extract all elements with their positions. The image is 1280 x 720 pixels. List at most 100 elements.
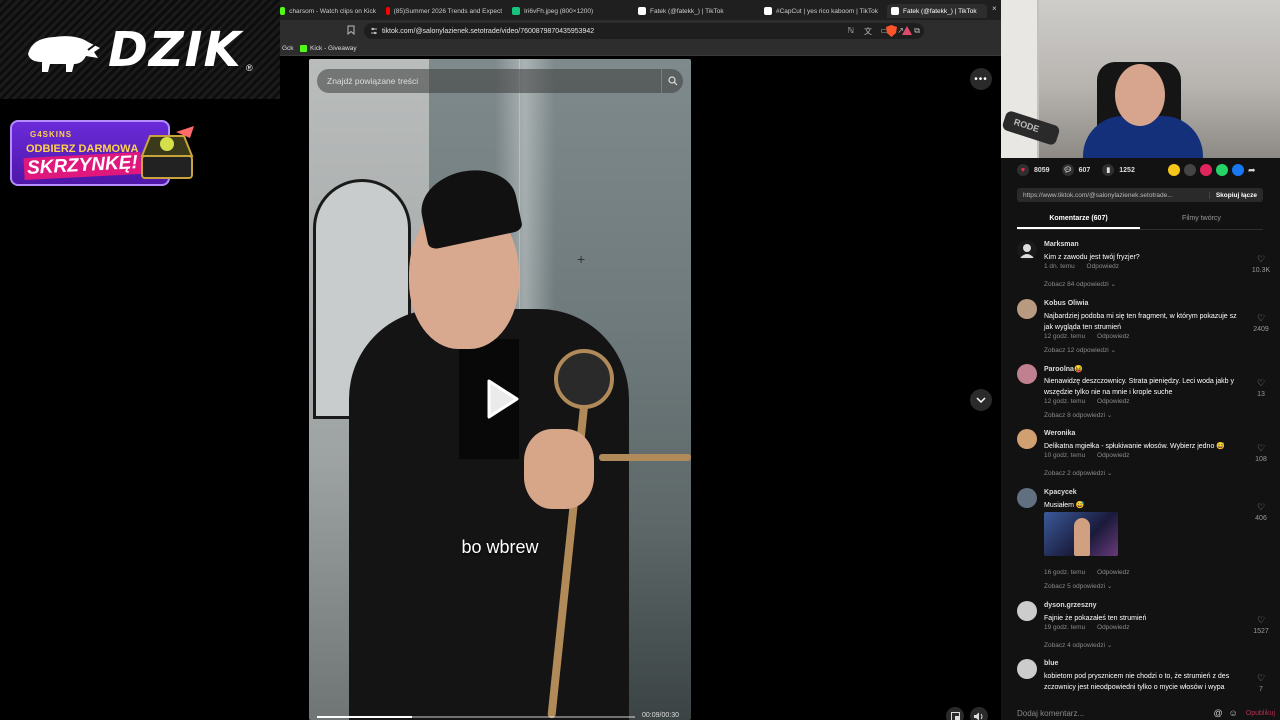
- comment-like[interactable]: ♡ 10.3K: [1249, 254, 1273, 274]
- chevron-down-icon: [976, 397, 986, 403]
- translate-icon[interactable]: 文: [864, 26, 872, 37]
- tab-tiktok-active[interactable]: Fatek (@fatekk_) | TikTok: [887, 4, 987, 18]
- avatar[interactable]: [1017, 659, 1037, 679]
- related-search-input[interactable]: Znajdź powiązane treści: [317, 69, 683, 93]
- share-link-text[interactable]: https://www.tiktok.com/@salonylazienek.s…: [1023, 192, 1209, 199]
- tab-tiktok-capcut[interactable]: #CapCut | yes rico kaboom | TikTok: [764, 4, 880, 18]
- comment-like[interactable]: ♡ 108: [1249, 443, 1273, 463]
- bookmark-kick-giveaway[interactable]: Kick - Giveaway: [300, 45, 357, 52]
- view-replies-button[interactable]: Zobacz 8 odpowiedzi ⌄: [1044, 411, 1112, 419]
- save-count: 1252: [1119, 166, 1135, 174]
- video-progress-bar[interactable]: [317, 716, 635, 718]
- avatar[interactable]: [1017, 240, 1037, 260]
- comment-like[interactable]: ♡ 1527: [1249, 615, 1273, 635]
- rewards-icon[interactable]: [902, 26, 912, 36]
- comment-text: Kim z zawodu jest twój fryzjer?: [1044, 254, 1140, 261]
- emoji-icon[interactable]: ☺: [1229, 708, 1238, 718]
- avatar[interactable]: [1017, 488, 1037, 508]
- comment-user[interactable]: Paroolna😝: [1044, 365, 1083, 373]
- post-comment-button[interactable]: Opublikuj: [1246, 710, 1275, 717]
- comment-time: 16 godz. temu: [1044, 569, 1086, 576]
- stream-logo-panel: DZIK ®: [0, 0, 281, 99]
- forward-share-icon[interactable]: ➦: [1248, 164, 1256, 176]
- video-stats: ♥ 8059 💬︎ 607 ▮ 1252: [1017, 164, 1143, 176]
- copy-link-button[interactable]: Skopiuj łącze: [1208, 191, 1263, 199]
- site-info-icon[interactable]: [370, 27, 378, 35]
- avatar[interactable]: [1017, 429, 1037, 449]
- reader-icon[interactable]: ℕ: [848, 26, 854, 35]
- address-url[interactable]: tiktok.com/@salonylazienek.setotrade/vid…: [382, 28, 594, 35]
- view-replies-button[interactable]: Zobacz 2 odpowiedzi ⌄: [1044, 469, 1112, 477]
- video-player[interactable]: Znajdź powiązane treści + bo wbrew 00:09…: [309, 59, 691, 720]
- pip-icon: [950, 711, 960, 720]
- tab-youtube-summer[interactable]: (85)Summer 2026 Trends and Expect: [386, 4, 502, 18]
- address-bar[interactable]: tiktok.com/@salonylazienek.setotrade/vid…: [364, 23, 924, 39]
- kick-icon: [300, 45, 307, 52]
- tab-tiktok-fatek[interactable]: Fatek (@fatekk_) | TikTok: [638, 4, 748, 18]
- smile-share-icon[interactable]: [1168, 164, 1180, 176]
- mention-icon[interactable]: @: [1213, 708, 1222, 718]
- copy-icon[interactable]: ⧉: [914, 26, 920, 36]
- tab-comments[interactable]: Komentarze (607): [1017, 210, 1140, 229]
- comment-image[interactable]: [1044, 512, 1118, 556]
- view-replies-button[interactable]: Zobacz 5 odpowiedzi ⌄: [1044, 582, 1112, 590]
- facebook-share-icon[interactable]: [1232, 164, 1244, 176]
- comment-user[interactable]: Weronika: [1044, 430, 1075, 437]
- comment-like-count: 2409: [1253, 326, 1269, 333]
- close-tab-icon[interactable]: ×: [992, 4, 997, 13]
- reply-button[interactable]: Odpowiedz: [1097, 398, 1130, 405]
- view-replies-button[interactable]: Zobacz 84 odpowiedzi ⌄: [1044, 280, 1116, 288]
- comment-like[interactable]: ♡ 7: [1249, 673, 1273, 693]
- avatar[interactable]: [1017, 299, 1037, 319]
- play-icon[interactable]: [485, 379, 519, 419]
- send-share-icon[interactable]: [1200, 164, 1212, 176]
- reply-button[interactable]: Odpowiedz: [1087, 263, 1120, 270]
- comment-user[interactable]: blue: [1044, 660, 1058, 667]
- comment-stat[interactable]: 💬︎ 607: [1061, 164, 1091, 176]
- tab-creator-videos[interactable]: Filmy twórcy: [1140, 210, 1263, 229]
- bookmark-icon[interactable]: [347, 25, 355, 37]
- comment-time: 12 godz. temu: [1044, 333, 1086, 340]
- comment-like[interactable]: ♡ 2409: [1249, 313, 1273, 333]
- comment-meta: 12 godz. temu Odpowiedz: [1044, 333, 1140, 340]
- brave-shield-icon[interactable]: [886, 25, 897, 37]
- browser-toolbar: tiktok.com/@salonylazienek.setotrade/vid…: [280, 20, 1001, 42]
- view-replies-button[interactable]: Zobacz 12 odpowiedzi ⌄: [1044, 346, 1116, 354]
- volume-button[interactable]: [970, 707, 988, 720]
- save-stat[interactable]: ▮ 1252: [1102, 164, 1135, 176]
- avatar[interactable]: [1017, 364, 1037, 384]
- next-video-button[interactable]: [970, 389, 992, 411]
- whatsapp-share-icon[interactable]: [1216, 164, 1228, 176]
- tab-image-jpeg[interactable]: Iri6vFh.jpeg (800×1200): [512, 4, 622, 18]
- share-buttons: ➦: [1168, 164, 1256, 176]
- comment-meta: 12 godz. temu Odpowiedz: [1044, 398, 1140, 405]
- search-icon[interactable]: [661, 69, 683, 93]
- reply-button[interactable]: Odpowiedz: [1097, 624, 1130, 631]
- tab-kick-clips[interactable]: charsom - Watch clips on Kick: [280, 4, 376, 18]
- picture-in-picture-button[interactable]: [946, 707, 964, 720]
- more-options-button[interactable]: •••: [970, 68, 992, 90]
- comment-user[interactable]: dyson.grzeszny: [1044, 602, 1097, 609]
- like-stat[interactable]: ♥ 8059: [1017, 164, 1050, 176]
- comment-user[interactable]: Kpacycek: [1044, 489, 1077, 496]
- comment-meta: 1 dn. temu Odpowiedz: [1044, 263, 1129, 270]
- view-replies-button[interactable]: Zobacz 4 odpowiedzi ⌄: [1044, 641, 1112, 649]
- bookmark-gck[interactable]: Gck: [282, 45, 294, 52]
- comment-like[interactable]: ♡ 406: [1249, 502, 1273, 522]
- comment-user[interactable]: Marksman: [1044, 241, 1079, 248]
- avatar[interactable]: [1017, 601, 1037, 621]
- comment-meta: 10 godz. temu Odpowiedz: [1044, 452, 1140, 459]
- comment-like-count: 13: [1257, 391, 1265, 398]
- bookmark-label: Gck: [282, 45, 294, 52]
- reply-button[interactable]: Odpowiedz: [1097, 452, 1130, 459]
- webcam-feed: RODE: [1001, 0, 1280, 158]
- comment-like[interactable]: ♡ 13: [1249, 378, 1273, 398]
- comment-count: 607: [1078, 166, 1091, 174]
- embed-share-icon[interactable]: [1184, 164, 1196, 176]
- comment-input[interactable]: Dodaj komentarz...: [1017, 709, 1207, 718]
- promo-brand: G4SKINS: [30, 130, 73, 139]
- reply-button[interactable]: Odpowiedz: [1097, 333, 1130, 340]
- volume-icon: [974, 712, 983, 720]
- reply-button[interactable]: Odpowiedz: [1097, 569, 1130, 576]
- comment-user[interactable]: Kobus Oliwia: [1044, 300, 1088, 307]
